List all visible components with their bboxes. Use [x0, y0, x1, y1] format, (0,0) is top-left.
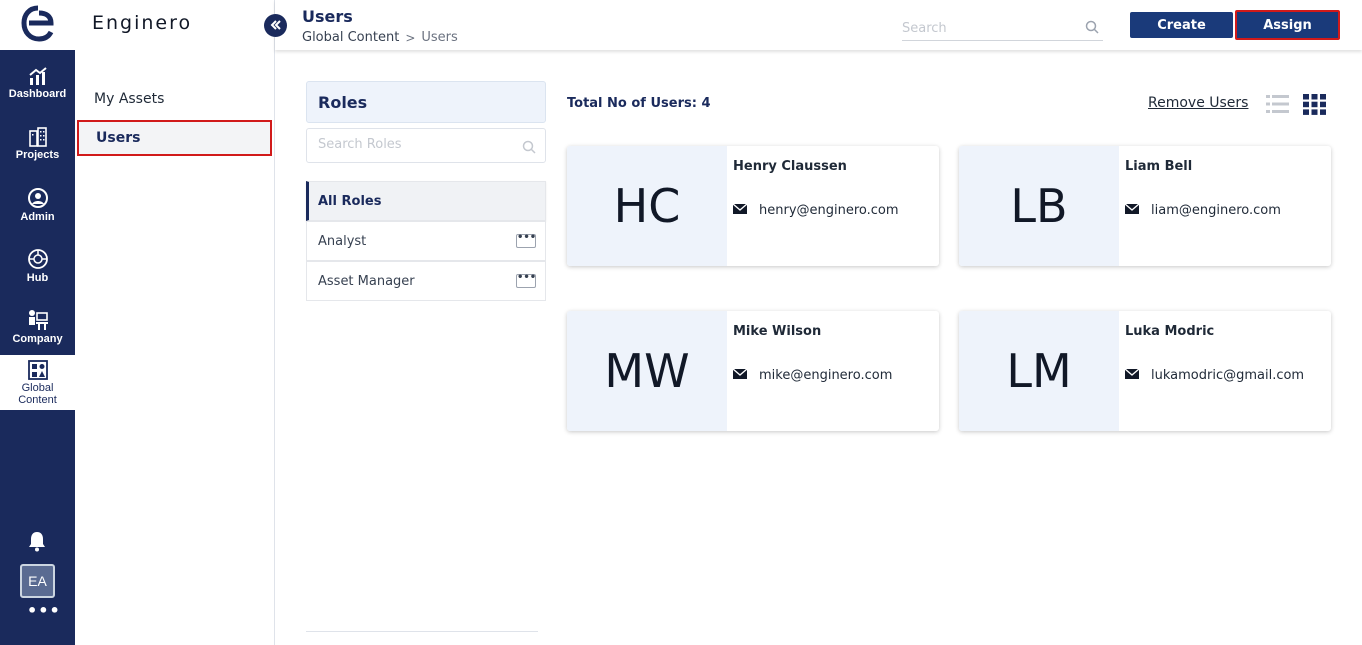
- user-card[interactable]: LB Liam Bell liam@enginero.com: [959, 146, 1331, 266]
- user-email: mike@enginero.com: [732, 368, 933, 383]
- role-more-button[interactable]: •••: [516, 233, 536, 248]
- rail-label-projects: Projects: [15, 149, 60, 161]
- roles-search: [306, 128, 546, 163]
- user-initials: MW: [567, 311, 727, 431]
- breadcrumb: Global Content > Users: [302, 30, 458, 45]
- mail-icon: [1124, 203, 1140, 218]
- rail-label-company: Company: [12, 333, 63, 345]
- sidebar-item-users[interactable]: Users: [77, 120, 272, 156]
- role-more-button[interactable]: •••: [516, 273, 536, 288]
- search-icon[interactable]: [522, 139, 536, 158]
- double-chevron-left-icon: [270, 16, 282, 35]
- notification-bell-icon[interactable]: [26, 530, 48, 552]
- role-item-all-roles[interactable]: All Roles: [306, 181, 546, 221]
- hub-icon: [27, 248, 49, 270]
- user-email: liam@enginero.com: [1124, 203, 1325, 218]
- user-card[interactable]: MW Mike Wilson mike@enginero.com: [567, 311, 939, 431]
- rail-label-hub: Hub: [26, 272, 49, 284]
- breadcrumb-separator: >: [405, 30, 416, 45]
- projects-icon: [28, 127, 48, 147]
- sidebar-item-my-assets[interactable]: My Assets: [77, 81, 272, 117]
- roles-search-input[interactable]: [318, 137, 518, 152]
- mail-icon: [732, 203, 748, 218]
- brand-name: Enginero: [92, 12, 193, 34]
- rail-item-admin[interactable]: Admin: [0, 177, 75, 233]
- rail-label-global-content: Global Content: [18, 382, 57, 406]
- user-email-text: lukamodric@gmail.com: [1151, 368, 1305, 383]
- left-rail: Dashboard Projects Admin Hub Company Glo…: [0, 0, 75, 645]
- more-options-icon[interactable]: •••: [27, 603, 60, 622]
- enginero-logo-icon[interactable]: [0, 0, 75, 50]
- header-search: [902, 17, 1103, 41]
- rail-label-content: Content: [18, 393, 57, 406]
- create-button[interactable]: Create: [1130, 12, 1233, 38]
- divider: [306, 631, 538, 632]
- role-item-analyst[interactable]: Analyst •••: [306, 221, 546, 261]
- user-card[interactable]: LM Luka Modric lukamodric@gmail.com: [959, 311, 1331, 431]
- breadcrumb-global-content[interactable]: Global Content: [302, 30, 399, 45]
- remove-users-link[interactable]: Remove Users: [1148, 95, 1248, 111]
- roles-panel-title: Roles: [306, 81, 546, 123]
- admin-icon: [27, 187, 49, 209]
- global-content-icon: [27, 359, 48, 380]
- search-icon[interactable]: [1085, 19, 1099, 38]
- assign-button[interactable]: Assign: [1235, 10, 1340, 40]
- user-email-text: henry@enginero.com: [759, 203, 899, 218]
- user-email-text: mike@enginero.com: [759, 368, 893, 383]
- total-users-count: Total No of Users: 4: [567, 96, 711, 111]
- rail-label-global: Global: [21, 381, 54, 394]
- page-title: Users: [302, 7, 353, 26]
- user-avatar[interactable]: EA: [20, 564, 55, 598]
- collapse-sidebar-button[interactable]: [264, 14, 287, 37]
- grid-view-icon[interactable]: [1303, 94, 1326, 115]
- user-name: Mike Wilson: [733, 324, 822, 339]
- user-initials: HC: [567, 146, 727, 266]
- list-view-icon[interactable]: [1266, 94, 1289, 114]
- user-initials: LM: [959, 311, 1119, 431]
- rail-item-hub[interactable]: Hub: [0, 238, 75, 294]
- rail-item-projects[interactable]: Projects: [0, 116, 75, 172]
- user-card[interactable]: HC Henry Claussen henry@enginero.com: [567, 146, 939, 266]
- rail-label-dashboard: Dashboard: [8, 88, 67, 100]
- rail-item-dashboard[interactable]: Dashboard: [0, 55, 75, 111]
- mail-icon: [1124, 368, 1140, 383]
- dashboard-icon: [28, 66, 48, 86]
- user-email: henry@enginero.com: [732, 203, 933, 218]
- role-item-asset-manager[interactable]: Asset Manager •••: [306, 261, 546, 301]
- user-name: Luka Modric: [1125, 324, 1215, 339]
- user-email-text: liam@enginero.com: [1151, 203, 1281, 218]
- role-label: Analyst: [318, 233, 367, 249]
- rail-item-company[interactable]: Company: [0, 299, 75, 355]
- rail-label-admin: Admin: [20, 211, 55, 223]
- company-icon: [26, 309, 50, 331]
- user-email: lukamodric@gmail.com: [1124, 368, 1325, 383]
- user-name: Liam Bell: [1125, 159, 1193, 174]
- header-search-input[interactable]: [902, 17, 1072, 40]
- mail-icon: [732, 368, 748, 383]
- rail-item-global-content[interactable]: Global Content: [0, 355, 75, 410]
- user-name: Henry Claussen: [733, 159, 847, 174]
- user-initials: LB: [959, 146, 1119, 266]
- breadcrumb-users: Users: [421, 30, 458, 45]
- role-label: Asset Manager: [318, 273, 415, 289]
